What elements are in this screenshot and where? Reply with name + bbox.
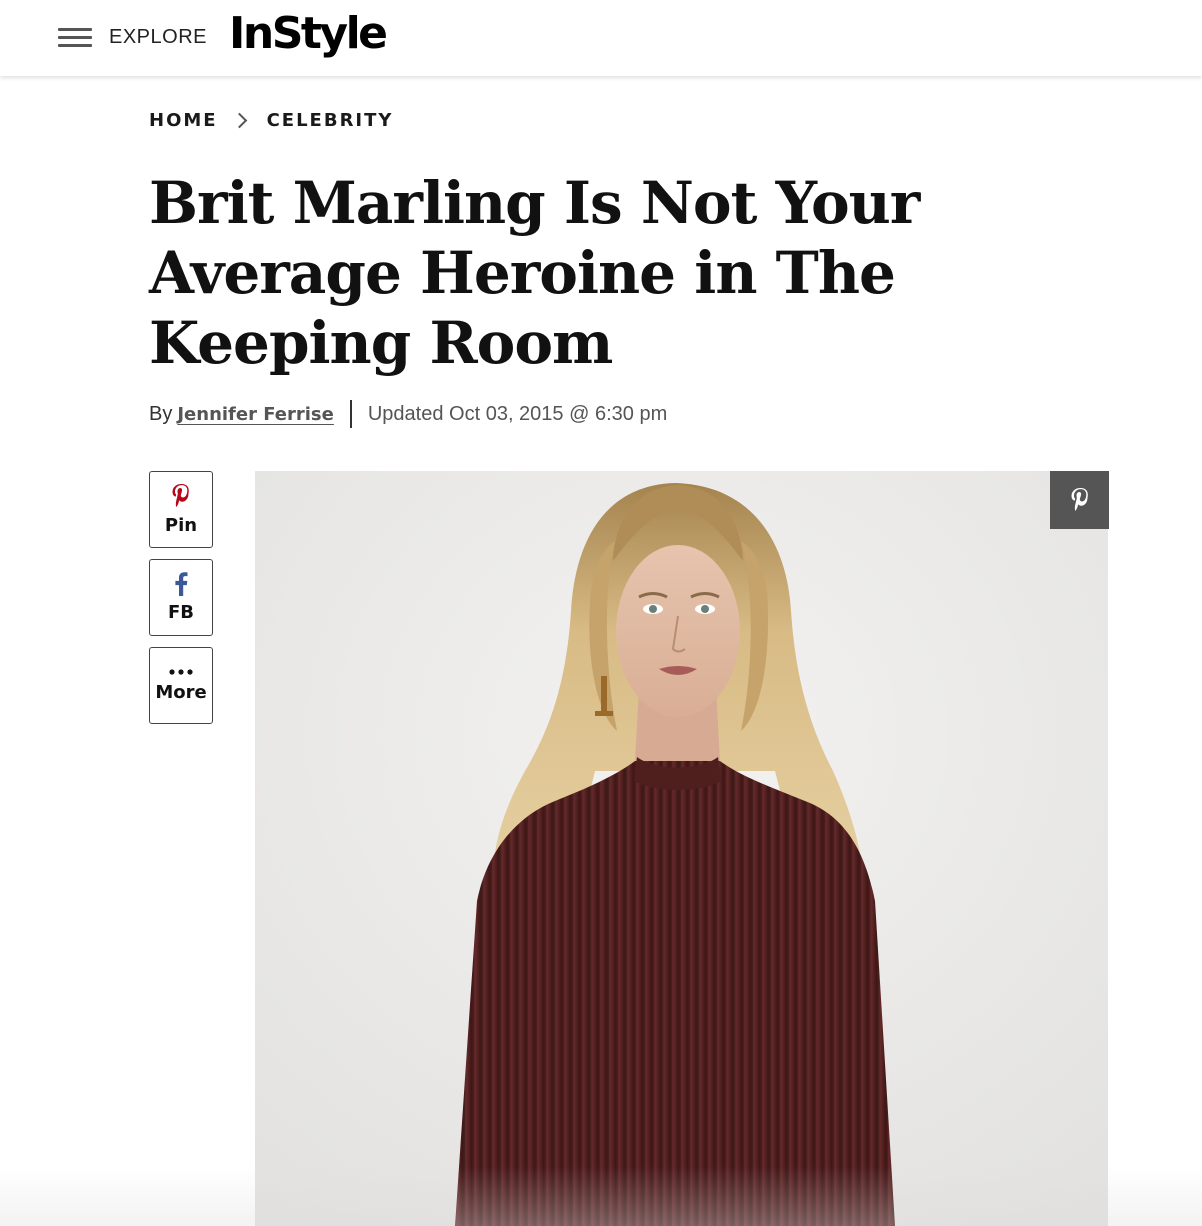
share-pin-button[interactable]: Pin — [149, 471, 213, 548]
explore-label: EXPLORE — [109, 25, 207, 48]
pinterest-icon — [1071, 488, 1088, 511]
byline: By Jennifer Ferrise Updated Oct 03, 2015… — [149, 400, 667, 428]
breadcrumb: HOME CELEBRITY — [149, 110, 393, 131]
article-title: Brit Marling Is Not Your Average Heroine… — [149, 169, 920, 377]
hero-image — [255, 471, 1108, 1226]
image-pin-button[interactable] — [1050, 471, 1109, 529]
explore-menu-button[interactable]: EXPLORE — [58, 22, 207, 52]
share-facebook-button[interactable]: FB — [149, 559, 213, 636]
byline-divider — [349, 400, 352, 428]
share-more-button[interactable]: More — [149, 647, 213, 724]
breadcrumb-celebrity[interactable]: CELEBRITY — [267, 110, 394, 131]
facebook-icon — [175, 572, 188, 596]
share-facebook-label: FB — [167, 602, 194, 623]
byline-prefix: By — [149, 402, 173, 425]
breadcrumb-home[interactable]: HOME — [149, 110, 218, 131]
hamburger-icon — [58, 26, 92, 48]
more-dots-icon — [169, 669, 193, 675]
author-link[interactable]: Jennifer Ferrise — [177, 404, 334, 425]
chevron-right-icon — [231, 112, 247, 129]
share-more-label: More — [155, 682, 207, 703]
portrait-illustration — [255, 471, 1108, 1226]
pinterest-icon — [172, 484, 189, 507]
updated-date: Updated Oct 03, 2015 @ 6:30 pm — [367, 402, 668, 425]
share-pin-label: Pin — [164, 515, 198, 536]
site-header: EXPLORE InStyle — [0, 0, 1202, 76]
site-logo[interactable]: InStyle — [229, 4, 388, 64]
